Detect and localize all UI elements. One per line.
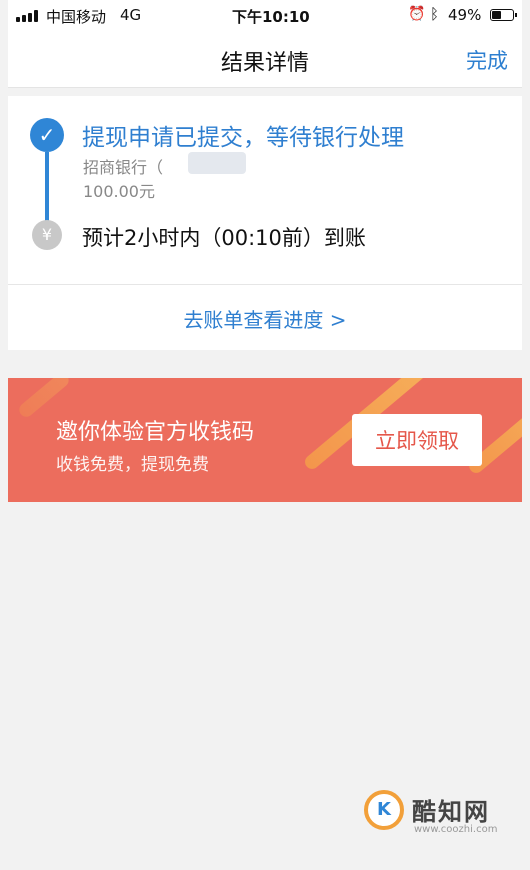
- promo-banner[interactable]: 邀你体验官方收钱码 收钱免费，提现免费 立即领取: [8, 378, 522, 502]
- signal-icon: [16, 10, 42, 22]
- clock: 下午10:10: [232, 8, 310, 26]
- step-submitted-title: 提现申请已提交，等待银行处理: [82, 125, 404, 151]
- bluetooth-icon: ᛒ: [430, 5, 440, 23]
- claim-button[interactable]: 立即领取: [352, 414, 482, 466]
- masked-card-number: [188, 152, 246, 174]
- battery-percent: 49%: [448, 6, 482, 24]
- carrier-name: 中国移动: [46, 8, 107, 26]
- step-arrival-estimate: 预计2小时内（00:10前）到账: [82, 226, 366, 250]
- watermark-url: www.coozhi.com: [414, 824, 498, 835]
- status-bar: 中国移动 4G 下午10:10 ⏰ ᛒ 49%: [8, 0, 522, 32]
- divider: [8, 284, 522, 285]
- app-screen: 中国移动 4G 下午10:10 ⏰ ᛒ 49% 结果详情 完成 ✓ ¥ 提现申请…: [8, 0, 522, 870]
- withdraw-amount: 100.00元: [83, 182, 155, 201]
- page-title: 结果详情: [220, 51, 309, 76]
- bank-name: 招商银行（: [83, 158, 164, 177]
- network-type: 4G: [120, 6, 142, 24]
- promo-title: 邀你体验官方收钱码: [56, 420, 255, 445]
- done-button[interactable]: 完成: [466, 45, 508, 75]
- watermark: K 酷知网 www.coozhi.com: [364, 788, 514, 848]
- battery-fill: [492, 11, 501, 19]
- check-icon: ✓: [30, 118, 64, 152]
- nav-bar: 结果详情 完成: [8, 32, 522, 88]
- alarm-icon: ⏰: [408, 6, 426, 22]
- promo-subtitle: 收钱免费，提现免费: [56, 455, 209, 475]
- watermark-logo-icon: K: [364, 790, 404, 830]
- timeline-line: [45, 152, 49, 222]
- yuan-icon: ¥: [32, 220, 62, 250]
- result-card: ✓ ¥ 提现申请已提交，等待银行处理 招商银行（ 100.00元 预计2小时内（…: [8, 96, 522, 350]
- view-progress-link[interactable]: 去账单查看进度 >: [8, 304, 522, 333]
- watermark-name: 酷知网: [412, 798, 490, 826]
- battery-icon: [490, 9, 517, 21]
